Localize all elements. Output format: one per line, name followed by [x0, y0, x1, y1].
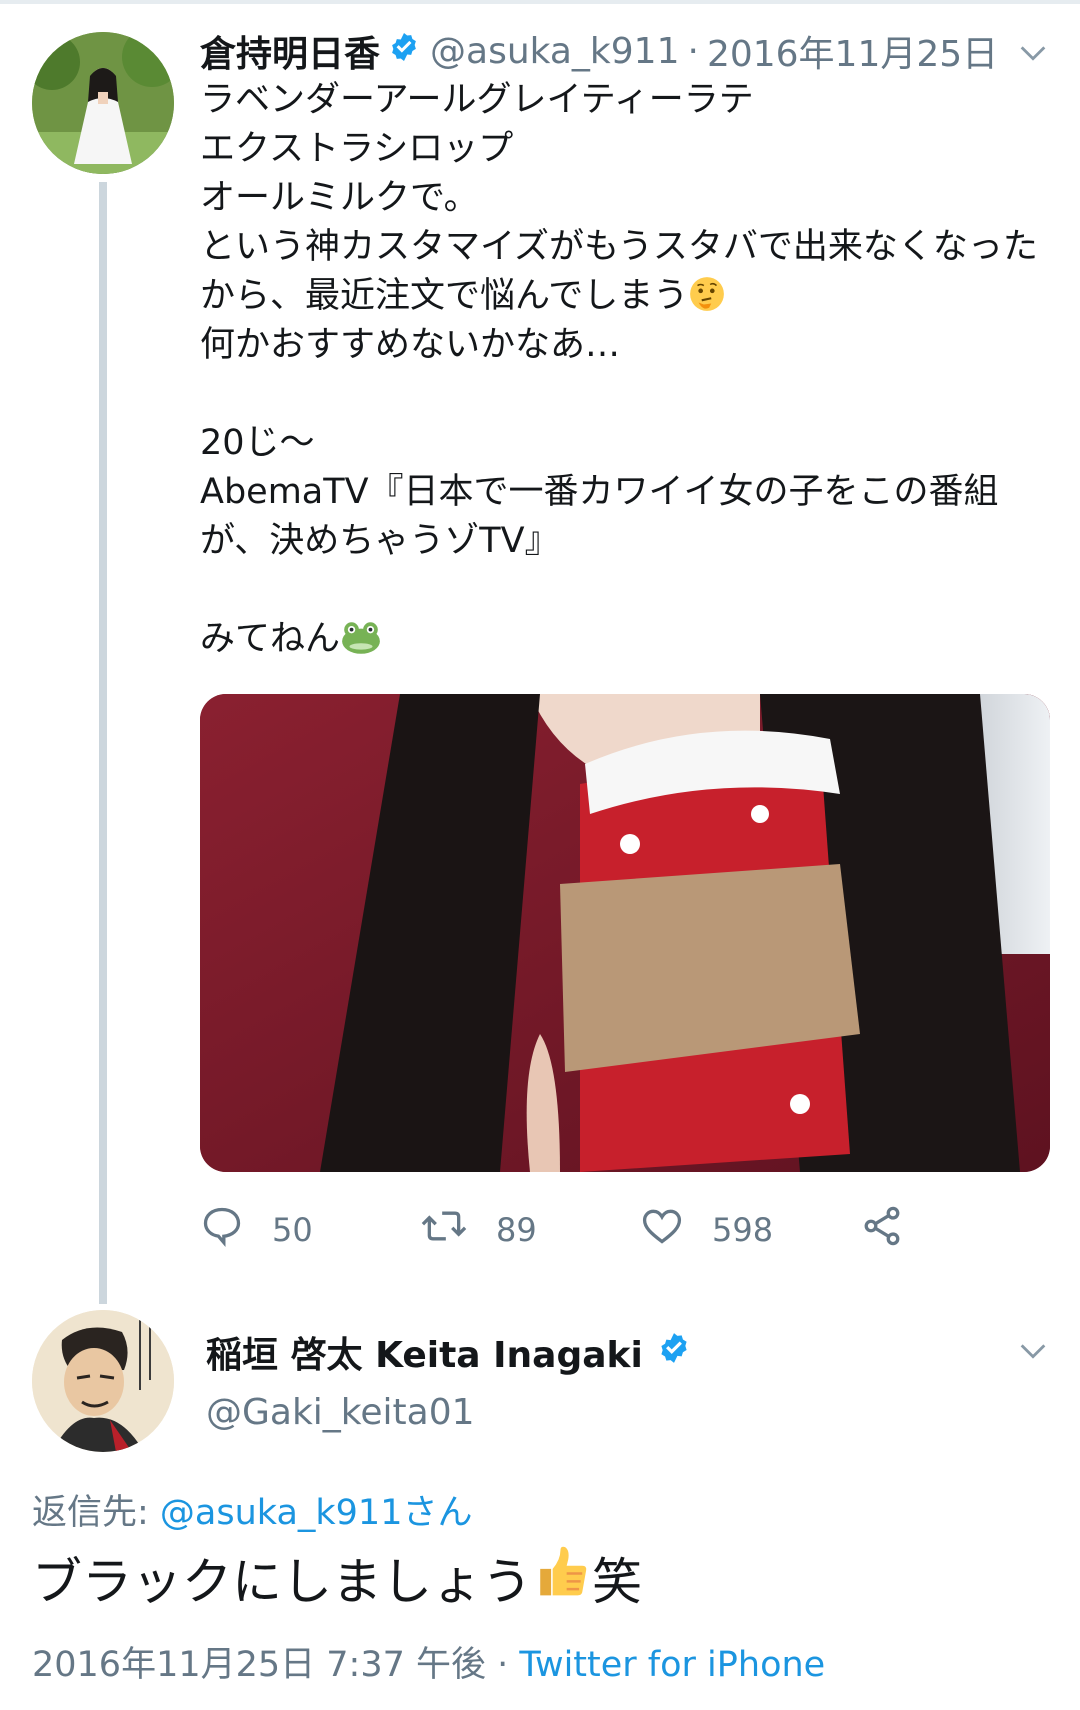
tweet-line: エクストラシロップ [200, 129, 514, 169]
tweet-photo[interactable] [200, 694, 1050, 1172]
reply-timestamp[interactable]: 2016年11月25日 7:37 午後 · [32, 1645, 519, 1685]
retweet-button[interactable]: 89 [420, 1200, 537, 1260]
chevron-down-icon[interactable] [1016, 1334, 1050, 1368]
thumbs-up-icon [534, 1544, 590, 1612]
reply-header: 稲垣 啓太 Keita Inagaki [206, 1326, 701, 1378]
reply-text-main: ブラックにしましょう [32, 1553, 532, 1611]
tweet-date[interactable]: 2016年11月25日 [707, 25, 998, 77]
author-handle[interactable]: @asuka_k911 [430, 31, 679, 72]
reply-text-suffix: 笑 [592, 1553, 642, 1611]
reply-button[interactable]: 50 [200, 1200, 313, 1260]
reply-source-link[interactable]: Twitter for iPhone [519, 1645, 825, 1685]
tweet-line: 20じ〜 [200, 423, 315, 463]
frog-face-icon [340, 618, 382, 670]
date-separator: · [687, 30, 699, 72]
share-button[interactable] [860, 1200, 932, 1260]
reply-author-name[interactable]: 稲垣 啓太 Keita Inagaki [206, 1326, 643, 1378]
reply-icon [200, 1204, 272, 1256]
reply-count: 50 [272, 1211, 313, 1249]
tweet-actions: 50 89 598 [200, 1200, 1060, 1260]
top-divider [0, 0, 1080, 4]
heart-icon [640, 1204, 712, 1256]
tweet-line-with-emoji: みてねん [200, 615, 1060, 664]
thinking-face-icon [688, 275, 726, 327]
share-icon [860, 1204, 932, 1256]
tweet-line: 何かおすすめないかなあ… [200, 325, 621, 365]
tweet-line: が、決めちゃうゾTV』 [200, 521, 560, 561]
tweet-line: オールミルクで。 [200, 178, 479, 218]
tweet-line-with-emoji: から、最近注文で悩んでしまう [200, 272, 1060, 321]
like-button[interactable]: 598 [640, 1200, 773, 1260]
tweet-line: みてねん [200, 619, 341, 659]
verified-badge-icon [657, 1331, 691, 1374]
retweet-count: 89 [496, 1211, 537, 1249]
verified-badge-icon [388, 31, 420, 72]
like-count: 598 [712, 1211, 774, 1249]
reply-author-avatar[interactable] [32, 1310, 174, 1452]
tweet-header: 倉持明日香 @asuka_k911 · 2016年11月25日 [200, 26, 998, 76]
thread-connector [99, 182, 107, 1304]
retweet-icon [420, 1204, 496, 1256]
chevron-down-icon[interactable] [1016, 36, 1050, 70]
author-name[interactable]: 倉持明日香 [200, 25, 380, 77]
reply-meta: 2016年11月25日 7:37 午後 · Twitter for iPhone [32, 1636, 825, 1687]
replying-to-label: 返信先: [32, 1493, 160, 1533]
reply-author-handle[interactable]: @Gaki_keita01 [206, 1392, 475, 1433]
tweet-line: という神カスタマイズがもうスタバで出来なくなった [200, 227, 1038, 267]
replying-to-mention[interactable]: @asuka_k911さん [160, 1493, 473, 1533]
author-avatar[interactable] [32, 32, 174, 174]
reply-text: ブラックにしましょう 笑 [32, 1542, 642, 1614]
tweet-line: AbemaTV『日本で一番カワイイ女の子をこの番組 [200, 472, 999, 512]
tweet-line: ラベンダーアールグレイティーラテ [200, 80, 754, 120]
tweet-line: から、最近注文で悩んでしまう [200, 276, 689, 316]
replying-to: 返信先: @asuka_k911さん [32, 1484, 472, 1535]
tweet-text: ラベンダーアールグレイティーラテ エクストラシロップ オールミルクで。 という神… [200, 76, 1060, 664]
